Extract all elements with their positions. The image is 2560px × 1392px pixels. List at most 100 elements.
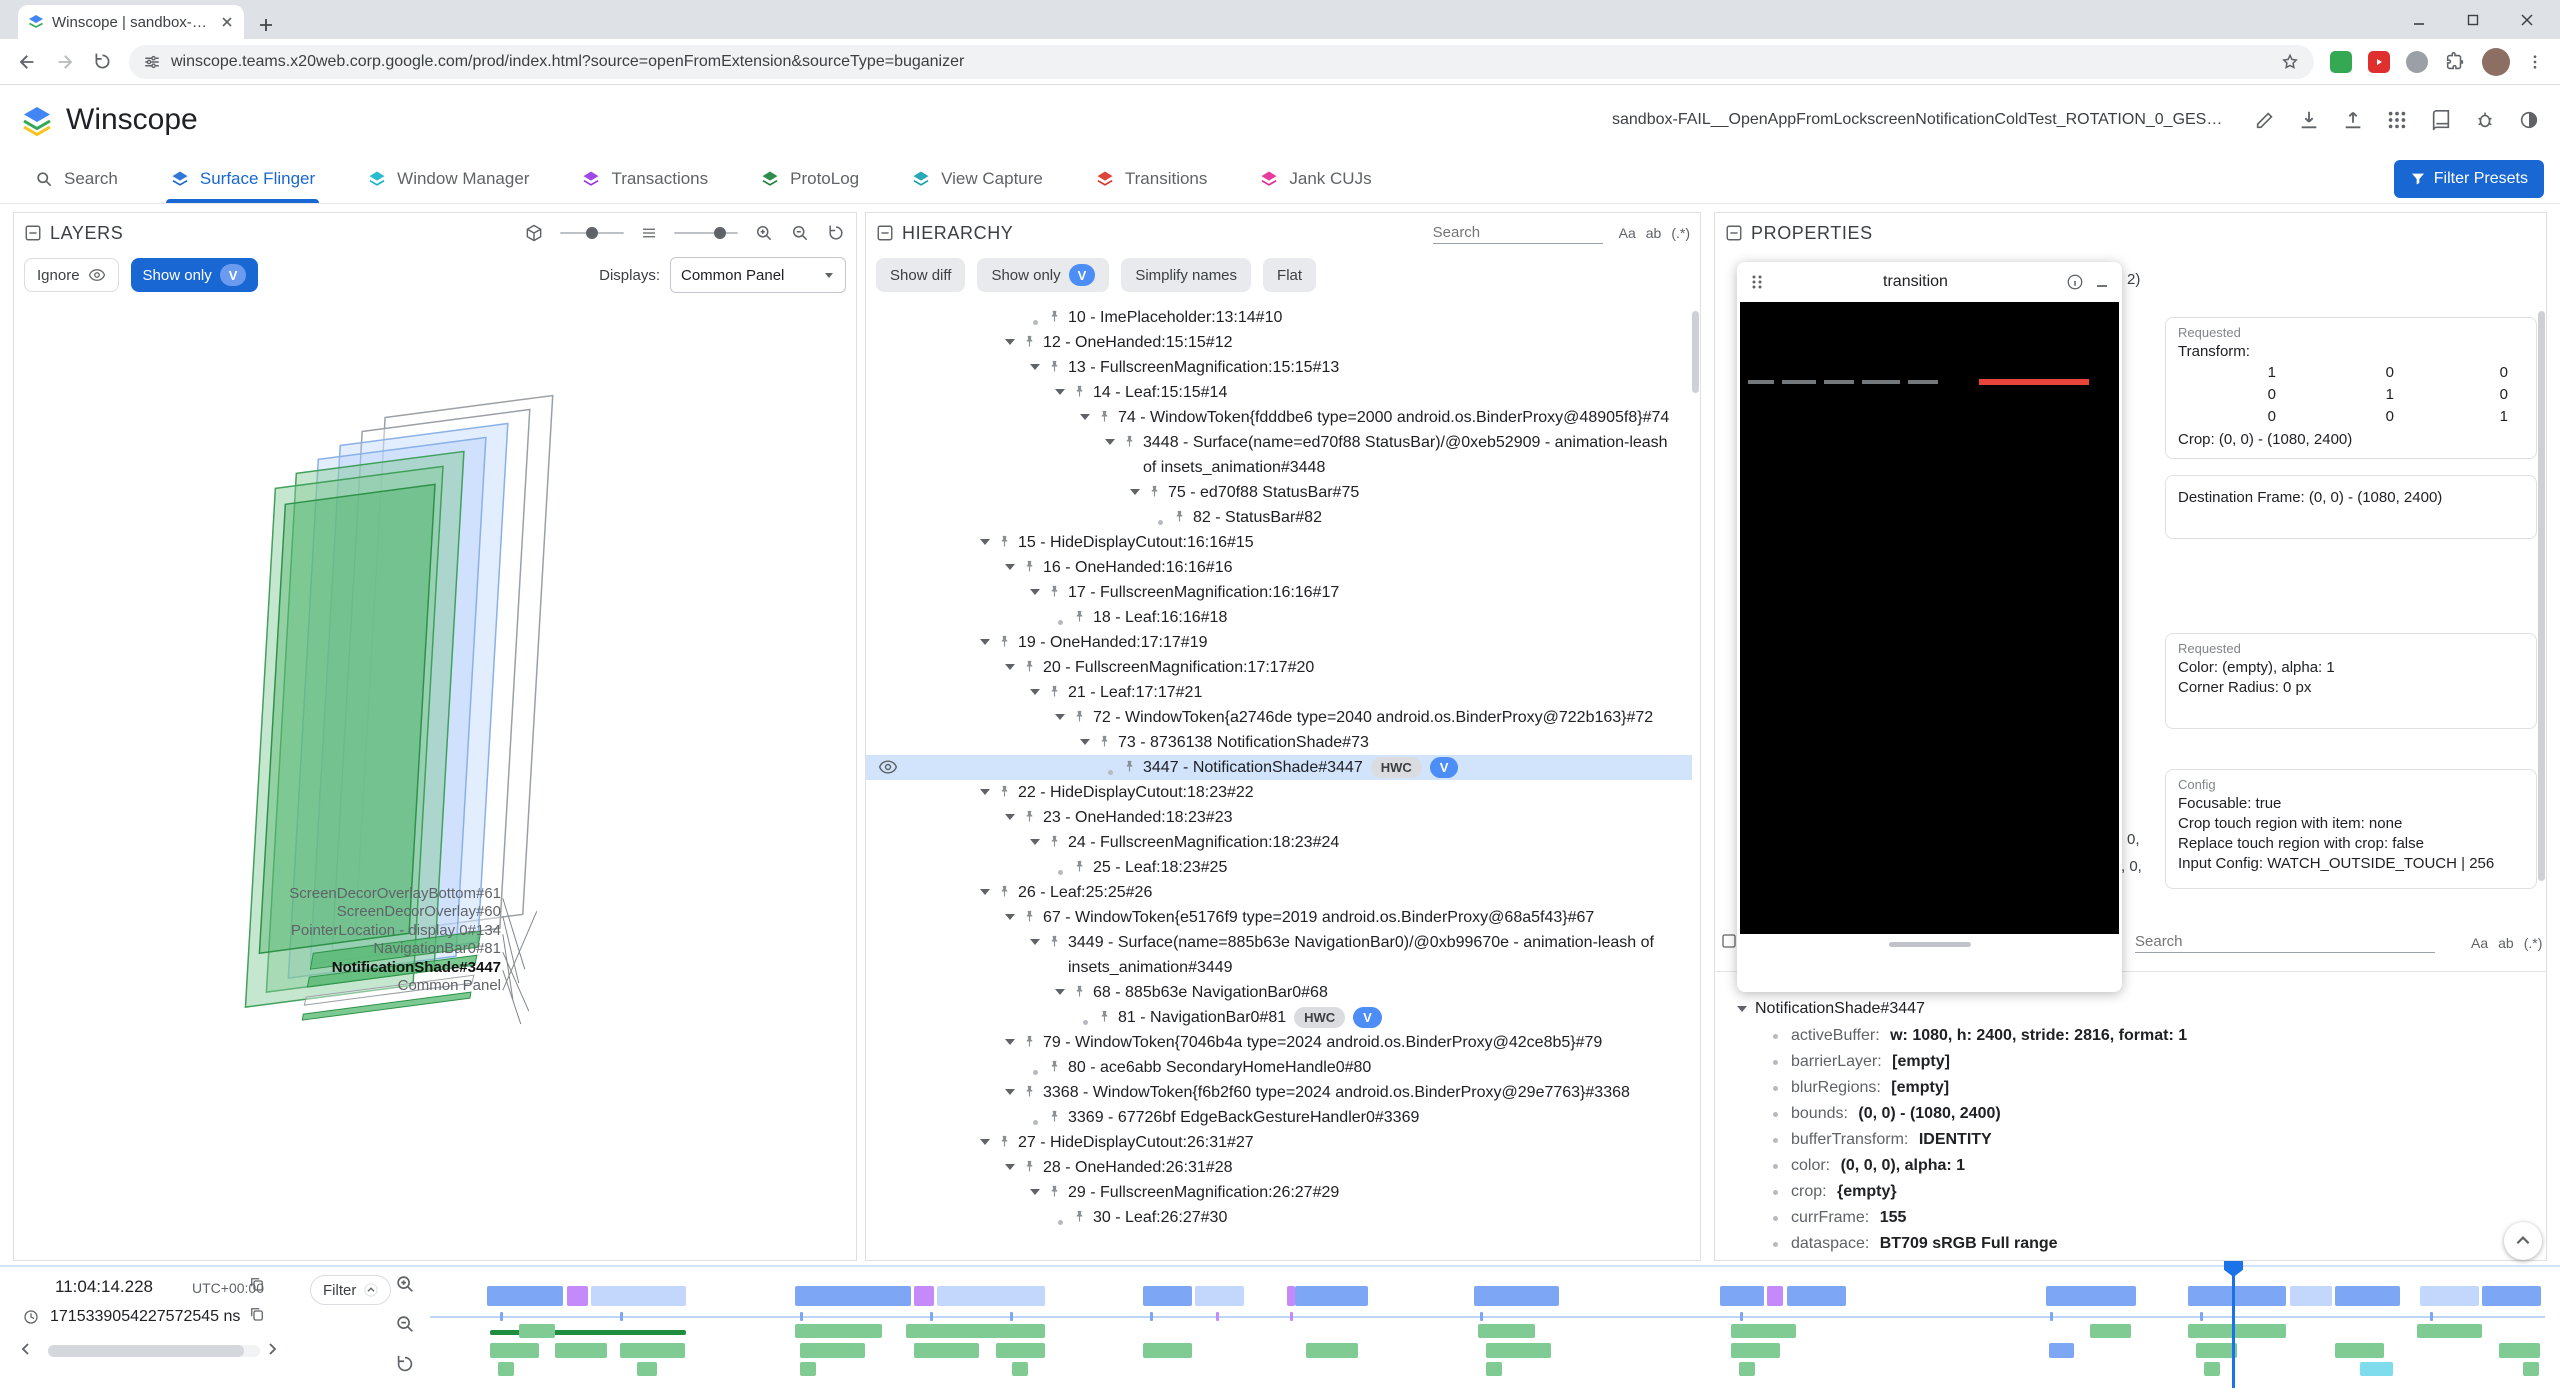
displays-select[interactable]: Common Panel [670, 257, 846, 293]
extension-icon-red[interactable] [2368, 51, 2390, 73]
pin-icon[interactable] [1047, 359, 1062, 374]
timeline-segment[interactable] [2196, 1343, 2237, 1358]
nav-tab[interactable]: View Capture [911, 155, 1043, 203]
pin-icon[interactable] [1097, 734, 1112, 749]
documentation-book-icon[interactable] [2430, 109, 2452, 131]
chevron-down-icon[interactable] [1025, 360, 1045, 374]
pin-icon[interactable] [1122, 759, 1137, 774]
search-toggle[interactable]: Aa [1619, 225, 1636, 241]
collapse-section-icon[interactable] [1721, 933, 1737, 949]
pin-icon[interactable] [1022, 809, 1037, 824]
forward-icon[interactable] [54, 51, 76, 73]
tree-node[interactable]: 74 - WindowToken{fdddbe6 type=2000 andro… [866, 405, 1692, 430]
tree-node[interactable]: 28 - OneHanded:26:31#28 [866, 1155, 1692, 1180]
pin-icon[interactable] [1072, 609, 1087, 624]
tree-node[interactable]: 75 - ed70f88 StatusBar#75 [866, 480, 1692, 505]
timeline-segment[interactable] [1739, 1362, 1755, 1376]
timeline-segment[interactable] [914, 1343, 979, 1358]
timeline-segment[interactable] [637, 1362, 657, 1376]
tree-node[interactable]: 27 - HideDisplayCutout:26:31#27 [866, 1130, 1692, 1155]
tree-node[interactable]: 82 - StatusBar#82 [866, 505, 1692, 530]
timeline-segment[interactable] [487, 1286, 563, 1306]
timeline-segment[interactable] [1720, 1286, 1764, 1306]
tree-node[interactable]: 72 - WindowToken{a2746de type=2040 andro… [866, 705, 1692, 730]
tree-node[interactable]: 16 - OneHanded:16:16#16 [866, 555, 1692, 580]
timeline-segment[interactable] [1731, 1324, 1796, 1338]
search-toggle[interactable]: ab [2498, 935, 2514, 951]
chevron-down-icon[interactable] [975, 1135, 995, 1149]
timeline-segment[interactable] [2335, 1286, 2400, 1306]
timeline-segment[interactable] [914, 1286, 934, 1306]
report-bug-icon[interactable] [2474, 109, 2496, 131]
timeline-segment[interactable] [498, 1362, 514, 1376]
info-icon[interactable] [2066, 273, 2084, 291]
pin-icon[interactable] [1047, 1059, 1062, 1074]
chevron-down-icon[interactable] [1100, 435, 1120, 449]
collapse-panel-icon[interactable] [1725, 224, 1743, 242]
chevron-down-icon[interactable] [975, 635, 995, 649]
chevron-down-icon[interactable] [1050, 710, 1070, 724]
chevron-down-icon[interactable] [1075, 735, 1095, 749]
nav-tab[interactable]: Transactions [581, 155, 708, 203]
pin-icon[interactable] [1047, 934, 1062, 949]
pin-icon[interactable] [1047, 684, 1062, 699]
timeline-segment[interactable] [1143, 1286, 1192, 1306]
pin-icon[interactable] [1072, 709, 1087, 724]
show-only-toggle[interactable]: Show only V [131, 258, 259, 292]
chevron-down-icon[interactable] [1025, 935, 1045, 949]
timeline-segment[interactable] [2188, 1324, 2286, 1338]
upload-icon[interactable] [2342, 109, 2364, 131]
properties-scrollbar[interactable] [2538, 311, 2545, 881]
collapse-panel-icon[interactable] [876, 224, 894, 242]
timeline-cursor[interactable] [2232, 1267, 2235, 1388]
timeline-segment[interactable] [2046, 1286, 2136, 1306]
extensions-puzzle-icon[interactable] [2444, 51, 2466, 73]
chevron-down-icon[interactable] [1000, 335, 1020, 349]
pin-icon[interactable] [1097, 1009, 1112, 1024]
chevron-down-icon[interactable] [1025, 685, 1045, 699]
timeline-segment[interactable] [1295, 1286, 1368, 1306]
nav-tab[interactable]: Jank CUJs [1259, 155, 1371, 203]
download-icon[interactable] [2298, 109, 2320, 131]
maximize-icon[interactable] [2466, 13, 2480, 27]
layers-3d-canvas[interactable] [14, 213, 856, 1260]
back-icon[interactable] [16, 51, 38, 73]
tree-node[interactable]: 22 - HideDisplayCutout:18:23#22 [866, 780, 1692, 805]
tab-close-icon[interactable] [220, 15, 234, 29]
pin-icon[interactable] [1047, 1184, 1062, 1199]
pin-icon[interactable] [997, 784, 1012, 799]
property-row[interactable]: crop: {empty} [1715, 1179, 2546, 1205]
tree-node[interactable]: 3368 - WindowToken{f6b2f60 type=2024 and… [866, 1080, 1692, 1105]
tree-node[interactable]: 12 - OneHanded:15:15#12 [866, 330, 1692, 355]
timeline-segment[interactable] [2523, 1362, 2539, 1376]
pin-icon[interactable] [1022, 1034, 1037, 1049]
pin-icon[interactable] [1022, 1159, 1037, 1174]
layer-label[interactable]: ScreenDecorOverlay#60 [14, 903, 501, 921]
timeline-segment[interactable] [1474, 1286, 1559, 1306]
chevron-down-icon[interactable] [975, 885, 995, 899]
tree-node[interactable]: 3449 - Surface(name=885b63e NavigationBa… [866, 930, 1692, 980]
tree-node[interactable]: 68 - 885b63e NavigationBar0#68 [866, 980, 1692, 1005]
timeline-segment[interactable] [1767, 1286, 1783, 1306]
zoom-out-icon[interactable] [790, 223, 810, 243]
transition-screenshot-window[interactable]: transition [1737, 262, 2122, 992]
timeline-segment[interactable] [906, 1324, 1045, 1338]
pin-icon[interactable] [1022, 334, 1037, 349]
tree-node[interactable]: 73 - 8736138 NotificationShade#73 [866, 730, 1692, 755]
pin-icon[interactable] [1022, 659, 1037, 674]
timeline-segment[interactable] [2360, 1362, 2393, 1376]
show-diff-toggle[interactable]: Show diff [876, 258, 965, 292]
tree-node[interactable]: 29 - FullscreenMagnification:26:27#29 [866, 1180, 1692, 1205]
refresh-icon[interactable] [92, 51, 113, 72]
minimize-icon[interactable] [2412, 13, 2426, 27]
nav-tab[interactable]: Search [34, 155, 118, 203]
ignore-toggle[interactable]: Ignore [24, 258, 119, 292]
property-row[interactable]: bounds: (0, 0) - (1080, 2400) [1715, 1101, 2546, 1127]
tree-node[interactable]: 30 - Leaf:26:27#30 [866, 1205, 1692, 1230]
tree-node[interactable]: 81 - NavigationBar0#81 HWC V [866, 1005, 1692, 1030]
timeline-segment[interactable] [2049, 1343, 2074, 1358]
extension-icon-green[interactable] [2330, 51, 2352, 73]
reset-view-icon[interactable] [826, 223, 846, 243]
tree-node[interactable]: 14 - Leaf:15:15#14 [866, 380, 1692, 405]
collapse-timeline-button[interactable] [2504, 1222, 2542, 1260]
